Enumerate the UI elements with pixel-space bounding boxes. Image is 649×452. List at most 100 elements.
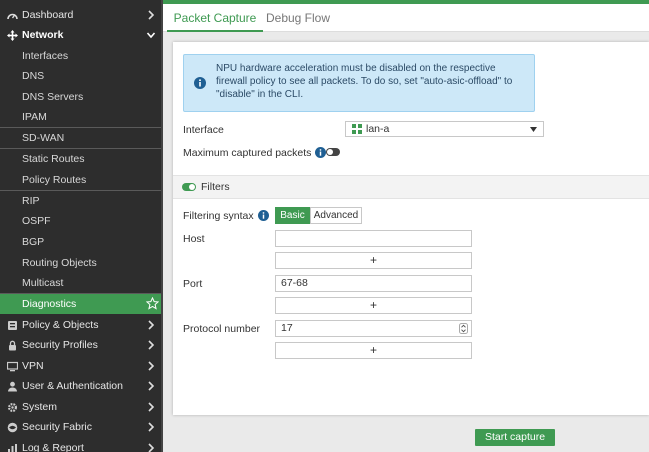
sidebar-item-security-fabric[interactable]: Security Fabric	[0, 417, 163, 437]
sidebar-item-label: Policy & Objects	[22, 319, 99, 331]
network-port-icon	[352, 124, 362, 134]
info-icon	[194, 77, 206, 89]
sidebar-item-routing-objects[interactable]: Routing Objects	[0, 253, 163, 273]
monitor-icon	[6, 360, 18, 372]
sidebar-item-ipam[interactable]: IPAM	[0, 107, 163, 127]
add-protocol-button[interactable]: +	[275, 342, 472, 359]
npu-info-banner: NPU hardware acceleration must be disabl…	[183, 54, 535, 112]
sidebar-item-label: Dashboard	[22, 9, 74, 21]
star-icon[interactable]	[146, 297, 159, 310]
max-packets-text: Maximum captured packets	[183, 147, 312, 159]
sidebar-item-label: RIP	[22, 195, 40, 207]
chevron-right-icon	[148, 381, 155, 391]
sidebar-item-policy-objects[interactable]: Policy & Objects	[0, 315, 163, 335]
sidebar-item-sd-wan[interactable]: SD-WAN	[0, 128, 163, 148]
network-icon	[6, 29, 18, 41]
sidebar-item-label: IPAM	[22, 111, 47, 123]
lock-icon	[6, 339, 18, 351]
sidebar-item-label: Multicast	[22, 277, 64, 289]
sidebar-item-label: DNS Servers	[22, 91, 84, 103]
protocol-number-label: Protocol number	[183, 323, 261, 335]
max-packets-label: Maximum captured packets	[183, 147, 327, 159]
sidebar-item-label: DNS	[22, 70, 45, 82]
gear-icon	[6, 401, 18, 413]
info-icon	[257, 210, 269, 221]
sidebar-item-rip[interactable]: RIP	[0, 191, 163, 211]
sidebar-item-diagnostics[interactable]: Diagnostics	[0, 294, 163, 314]
syntax-advanced-button[interactable]: Advanced	[310, 207, 362, 224]
sidebar: Dashboard Network Interfaces DNS DNS Ser…	[0, 0, 163, 452]
chevron-down-icon	[146, 32, 156, 39]
sidebar-item-label: VPN	[22, 360, 44, 372]
chevron-right-icon	[148, 361, 155, 371]
protocol-number-input[interactable]: 17	[275, 320, 472, 337]
sidebar-item-dns[interactable]: DNS	[0, 66, 163, 86]
chevron-right-icon	[148, 422, 155, 432]
sidebar-item-label: SD-WAN	[22, 132, 65, 144]
sidebar-item-label: Policy Routes	[22, 174, 87, 186]
filtering-syntax-text: Filtering syntax	[183, 210, 254, 222]
chevron-right-icon	[148, 340, 155, 350]
sidebar-item-label: User & Authentication	[22, 380, 123, 392]
sidebar-item-label: Security Profiles	[22, 339, 98, 351]
chevron-right-icon	[148, 320, 155, 330]
tab-bar: Packet Capture Debug Flow	[163, 4, 649, 32]
port-label: Port	[183, 278, 203, 290]
policy-icon	[6, 319, 18, 331]
sidebar-item-label: OSPF	[22, 215, 51, 227]
sidebar-item-ospf[interactable]: OSPF	[0, 211, 163, 231]
filters-label: Filters	[201, 181, 230, 193]
sidebar-item-interfaces[interactable]: Interfaces	[0, 46, 163, 66]
port-input[interactable]: 67-68	[275, 275, 472, 292]
sidebar-item-policy-routes[interactable]: Policy Routes	[0, 170, 163, 190]
max-packets-toggle[interactable]	[326, 148, 340, 156]
filters-section-header: Filters	[173, 175, 649, 199]
add-port-button[interactable]: +	[275, 297, 472, 314]
sidebar-item-label: Network	[22, 29, 64, 41]
sidebar-item-multicast[interactable]: Multicast	[0, 273, 163, 293]
interface-label: Interface	[183, 124, 224, 136]
syntax-basic-button[interactable]: Basic	[275, 207, 310, 224]
chevron-right-icon	[148, 10, 155, 20]
start-capture-button[interactable]: Start capture	[475, 429, 555, 446]
info-icon	[315, 147, 327, 158]
filtering-syntax-label: Filtering syntax	[183, 210, 269, 222]
sidebar-item-static-routes[interactable]: Static Routes	[0, 149, 163, 169]
caret-down-icon	[530, 127, 537, 132]
chevron-right-icon	[148, 443, 155, 452]
sidebar-scrollbar[interactable]	[161, 0, 163, 452]
sidebar-item-label: Diagnostics	[22, 298, 77, 310]
sidebar-item-dashboard[interactable]: Dashboard	[0, 5, 163, 25]
sidebar-item-label: Security Fabric	[22, 421, 93, 433]
filters-toggle[interactable]	[182, 183, 196, 191]
packet-capture-panel: NPU hardware acceleration must be disabl…	[173, 42, 649, 415]
sidebar-item-network[interactable]: Network	[0, 25, 163, 45]
info-message: NPU hardware acceleration must be disabl…	[216, 63, 513, 100]
sidebar-item-bgp[interactable]: BGP	[0, 232, 163, 252]
sidebar-item-security-profiles[interactable]: Security Profiles	[0, 335, 163, 355]
host-label: Host	[183, 233, 205, 245]
sidebar-item-label: Static Routes	[22, 153, 85, 165]
sidebar-item-log-report[interactable]: Log & Report	[0, 438, 163, 452]
sidebar-item-label: System	[22, 401, 58, 413]
protocol-number-value: 17	[281, 322, 293, 334]
host-input[interactable]	[275, 230, 472, 247]
sidebar-item-label: Routing Objects	[22, 257, 97, 269]
fabric-icon	[6, 421, 18, 433]
sidebar-item-system[interactable]: System	[0, 397, 163, 417]
stepper-icon[interactable]	[459, 323, 468, 334]
interface-select[interactable]: lan-a	[345, 121, 544, 137]
sidebar-item-dns-servers[interactable]: DNS Servers	[0, 87, 163, 107]
chevron-right-icon	[148, 402, 155, 412]
sidebar-item-user-authentication[interactable]: User & Authentication	[0, 376, 163, 396]
sidebar-item-vpn[interactable]: VPN	[0, 356, 163, 376]
tab-debug-flow[interactable]: Debug Flow	[263, 4, 333, 32]
add-host-button[interactable]: +	[275, 252, 472, 269]
tab-packet-capture[interactable]: Packet Capture	[167, 4, 263, 32]
dashboard-icon	[6, 9, 18, 21]
sidebar-item-label: BGP	[22, 236, 45, 248]
chart-icon	[6, 442, 18, 452]
user-icon	[6, 380, 18, 392]
sidebar-item-label: Interfaces	[22, 50, 69, 62]
sidebar-item-label: Log & Report	[22, 442, 84, 452]
